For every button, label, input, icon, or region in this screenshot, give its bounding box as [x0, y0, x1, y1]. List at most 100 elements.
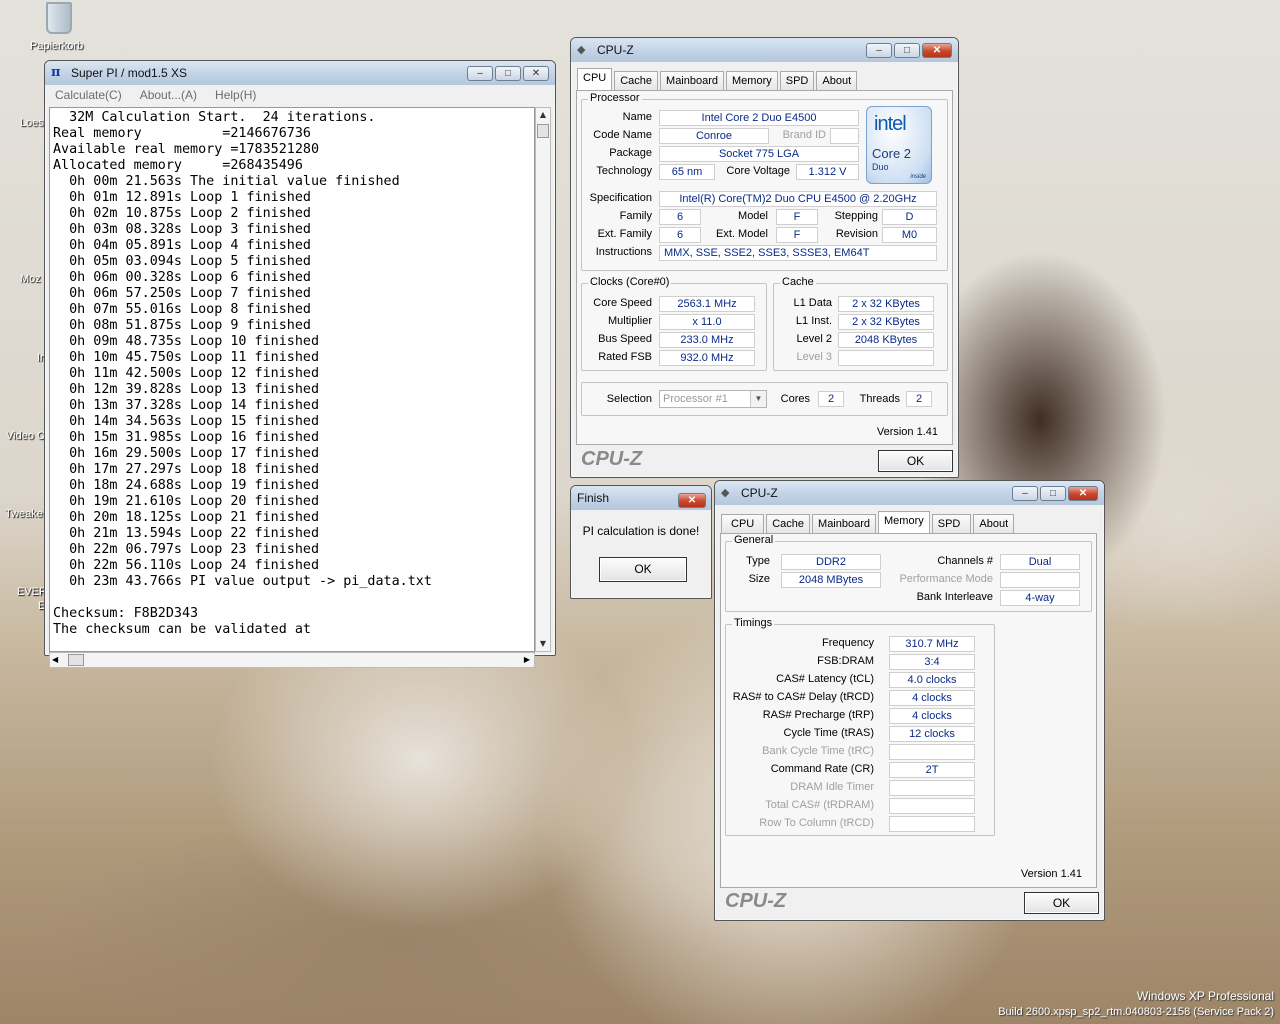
cpuz-memory-window: ◆ CPU-Z – □ ✕ CPU Cache Mainboard Memory… — [714, 480, 1105, 921]
cpuz-brand: CPU-Z — [725, 890, 787, 912]
console-line: 0h 05m 03.094s Loop 5 finished — [53, 254, 311, 269]
cpuz-mem-tabs: CPU Cache Mainboard Memory SPD About — [721, 511, 1015, 533]
timing-value — [889, 780, 975, 796]
console-line: 0h 22m 06.797s Loop 23 finished — [53, 542, 320, 557]
general-group: General Type DDR2 Size 2048 MBytes Chann… — [725, 534, 1092, 612]
close-button[interactable]: ✕ — [1068, 486, 1098, 501]
performance-mode-label: Performance Mode — [899, 573, 993, 585]
timing-label: Command Rate (CR) — [770, 763, 874, 775]
multiplier-value: x 11.0 — [659, 314, 755, 330]
cpuz-titlebar[interactable]: ◆ CPU-Z – □ ✕ — [571, 38, 958, 62]
cpuz-title: CPU-Z — [597, 43, 634, 57]
chevron-down-icon[interactable]: ▼ — [750, 391, 766, 407]
desktop-icon-label[interactable]: Loes — [20, 117, 44, 129]
performance-mode-value — [1000, 572, 1080, 588]
timing-label: Bank Cycle Time (tRC) — [762, 745, 874, 757]
finish-message: PI calculation is done! — [582, 524, 700, 538]
duo-text: Duo — [872, 162, 889, 172]
minimize-button[interactable]: – — [467, 66, 493, 81]
superpi-menubar: Calculate(C) About...(A) Help(H) — [45, 85, 555, 105]
scroll-left-arrow-icon[interactable]: ◀ — [52, 653, 58, 667]
close-button[interactable]: ✕ — [678, 493, 706, 508]
tab-mainboard[interactable]: Mainboard — [660, 71, 725, 90]
maximize-button[interactable]: □ — [495, 66, 521, 81]
recycle-bin-icon[interactable] — [46, 2, 72, 34]
tab-about[interactable]: About — [816, 71, 858, 90]
timing-value: 4.0 clocks — [889, 672, 975, 688]
desktop-icon-label[interactable]: EVER — [17, 586, 47, 598]
console-line: 0h 04m 05.891s Loop 4 finished — [53, 238, 311, 253]
channels-value: Dual — [1000, 554, 1080, 570]
inside-text: inside — [910, 174, 926, 180]
tab-spd[interactable]: SPD — [779, 71, 815, 90]
console-line: Real memory =2146676736 — [53, 126, 311, 141]
level3-value — [838, 350, 934, 366]
desktop-icon-label[interactable]: Ir — [37, 352, 44, 364]
tab-cache[interactable]: Cache — [766, 514, 811, 533]
cores-value: 2 — [818, 391, 844, 407]
instructions-label: Instructions — [595, 246, 652, 258]
close-button[interactable]: ✕ — [922, 43, 952, 58]
minimize-button[interactable]: – — [866, 43, 892, 58]
tab-mainboard[interactable]: Mainboard — [812, 514, 877, 533]
scroll-thumb[interactable] — [537, 124, 549, 138]
tab-cache[interactable]: Cache — [614, 71, 659, 90]
version-label: Version 1.41 — [1020, 868, 1082, 880]
brandid-value — [830, 128, 859, 144]
cache-group: Cache L1 Data 2 x 32 KBytes L1 Inst. 2 x… — [773, 276, 948, 371]
menu-about[interactable]: About...(A) — [140, 85, 197, 105]
tab-memory[interactable]: Memory — [878, 511, 930, 533]
timings-group: Timings Frequency 310.7 MHz FSB:DRAM 3:4 CAS… — [725, 617, 995, 836]
horizontal-scrollbar[interactable]: ◀ ▶ — [49, 652, 535, 668]
superpi-titlebar[interactable]: π Super PI / mod1.5 XS – □ ✕ — [45, 61, 555, 85]
console-output[interactable]: 32M Calculation Start. 24 iterations. Rea… — [49, 107, 535, 652]
timing-label: Row To Column (tRCD) — [759, 817, 874, 829]
tab-spd[interactable]: SPD — [931, 514, 972, 533]
cpuz-mem-titlebar[interactable]: ◆ CPU-Z – □ ✕ — [715, 481, 1104, 505]
tab-cpu[interactable]: CPU — [577, 68, 613, 90]
timing-value — [889, 798, 975, 814]
maximize-button[interactable]: □ — [894, 43, 920, 58]
scroll-down-arrow-icon[interactable]: ▼ — [536, 637, 550, 651]
hscroll-thumb[interactable] — [68, 654, 84, 666]
ok-button[interactable]: OK — [878, 450, 953, 472]
tab-about[interactable]: About — [973, 514, 1015, 533]
codename-label: Code Name — [593, 129, 652, 141]
minimize-button[interactable]: – — [1012, 486, 1038, 501]
cpuz-brand: CPU-Z — [581, 448, 643, 470]
desktop-icon-label[interactable]: Video C — [6, 430, 45, 442]
selection-label: Selection — [606, 393, 652, 405]
rated-fsb-value: 932.0 MHz — [659, 350, 755, 366]
tab-cpu[interactable]: CPU — [721, 514, 765, 533]
instructions-value: MMX, SSE, SSE2, SSE3, SSSE3, EM64T — [659, 245, 937, 261]
menu-help[interactable]: Help(H) — [215, 85, 256, 105]
finish-ok-button[interactable]: OK — [599, 557, 687, 582]
cpuz-app-icon: ◆ — [721, 487, 730, 499]
ok-button[interactable]: OK — [1024, 892, 1099, 914]
finish-titlebar[interactable]: Finish ✕ — [571, 486, 711, 510]
scroll-right-arrow-icon[interactable]: ▶ — [524, 653, 530, 667]
close-button[interactable]: ✕ — [523, 66, 549, 81]
memory-tab-panel: General Type DDR2 Size 2048 MBytes Chann… — [720, 533, 1097, 888]
general-group-title: General — [732, 534, 776, 546]
intel-brand-text: intel — [874, 113, 907, 135]
vertical-scrollbar[interactable]: ▲ ▼ — [535, 107, 551, 652]
console-line: 0h 08m 51.875s Loop 9 finished — [53, 318, 311, 333]
level2-label: Level 2 — [796, 333, 832, 345]
console-line: 0h 10m 45.750s Loop 11 finished — [53, 350, 320, 365]
brandid-label: Brand ID — [782, 129, 826, 141]
desktop-icon-label[interactable]: Tweake — [5, 508, 43, 520]
processor-select[interactable]: Processor #1 ▼ — [659, 390, 767, 408]
tab-memory[interactable]: Memory — [726, 71, 778, 90]
desktop-icon-label-recycle-bin[interactable]: Papierkorb — [30, 40, 83, 52]
l1-inst-label: L1 Inst. — [795, 315, 832, 327]
maximize-button[interactable]: □ — [1040, 486, 1066, 501]
technology-value: 65 nm — [659, 164, 715, 180]
console-line: Available real memory =1783521280 — [53, 142, 320, 157]
console-line: 0h 09m 48.735s Loop 10 finished — [53, 334, 320, 349]
cpuz-app-icon: ◆ — [577, 44, 586, 56]
desktop-icon-label[interactable]: Moz — [20, 273, 41, 285]
menu-calculate[interactable]: Calculate(C) — [55, 85, 122, 105]
superpi-title: Super PI / mod1.5 XS — [71, 66, 188, 80]
scroll-up-arrow-icon[interactable]: ▲ — [536, 108, 550, 122]
